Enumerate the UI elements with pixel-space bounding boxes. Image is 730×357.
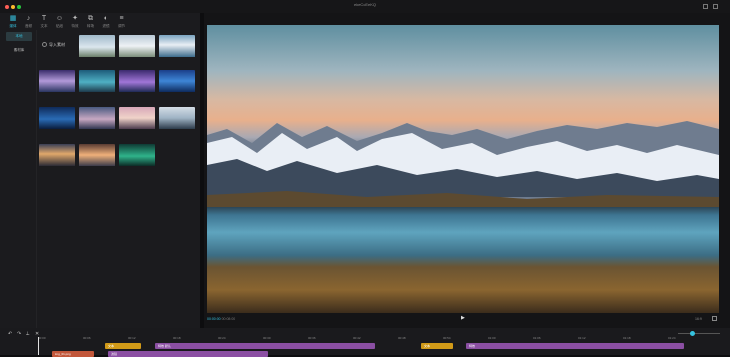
ruler-tick: 00:48 [398,336,406,340]
ruler-tick: 00:24 [218,336,226,340]
thumbnail-image [159,70,195,92]
ruler-tick: 00:42 [353,336,361,340]
ruler-tick: 00:30 [263,336,271,340]
layout-icon[interactable] [703,4,708,9]
toolbar-effects[interactable]: ✦ 特效 [68,15,82,30]
current-time: 00:00:00 [207,317,221,321]
thumbnail-image [79,107,115,129]
thumbnail-image [39,107,75,129]
thumbnail-image [119,107,155,129]
thumbnail-image [119,70,155,92]
timeline-ruler: 00:00 00:06 00:12 00:18 00:24 00:30 00:36 00:42… [38,336,730,341]
ruler-tick: 00:18 [173,336,181,340]
toolbar-sticker[interactable]: ☺ 贴纸 [53,15,67,30]
toolbar-text[interactable]: T 文本 [37,15,51,30]
aspect-ratio[interactable]: 16:9 [695,317,702,321]
thumbnail-image [39,144,75,166]
timeline-clip[interactable]: 文本 [421,343,453,349]
media-thumbnail[interactable]: img_05.png [79,70,115,94]
timeline-clip[interactable]: img_01.png [52,351,94,357]
fullscreen-icon[interactable] [712,316,717,321]
import-label: 导入素材 [49,42,65,47]
timeline-clip[interactable]: 文本 [105,343,141,349]
toolbar-adjust[interactable]: ≡ 调节 [115,15,129,30]
panel-divider [36,30,37,328]
timecode: 00:00:00 00:08:00 [207,317,235,321]
adjust-icon: ≡ [119,15,124,22]
toolbar-transition[interactable]: ⧉ 转场 [84,15,98,30]
timeline-clip[interactable]: 特效 [466,343,684,349]
media-thumbnail[interactable]: img_09.png [79,107,115,131]
export-icon[interactable] [713,4,718,9]
timeline-clip[interactable]: 滤镜 [108,351,268,357]
ruler-tick: 01:24 [668,336,676,340]
thumbnail-image [39,70,75,92]
ruler-tick: 00:36 [308,336,316,340]
sticker-icon: ☺ [55,15,64,22]
import-button[interactable]: 导入素材 [42,39,74,51]
thumbnail-image [79,144,115,166]
preview-image [207,25,719,313]
toolbar-label: 调节 [118,24,125,28]
thumbnail-image [159,35,195,57]
thumbnail-image [159,107,195,129]
thumbnail-image [119,35,155,57]
toolbar-audio[interactable]: ♪ 音频 [22,15,36,30]
ruler-tick: 01:06 [533,336,541,340]
media-thumbnail[interactable]: img_04.png [39,70,75,94]
toolbar-label: 贴纸 [56,24,63,28]
toolbar-filter[interactable]: ◐ 滤镜 [99,15,113,30]
audio-icon: ♪ [26,15,31,22]
media-panel [0,13,200,328]
thumbnail-image [119,144,155,166]
ruler-tick: 01:00 [488,336,496,340]
toolbar-label: 音频 [25,24,32,28]
play-icon[interactable]: ▶ [461,316,466,321]
transition-icon: ⧉ [88,15,93,22]
mountain-landscape [207,121,719,207]
media-thumbnail[interactable]: img_06.png [119,70,155,94]
toolbar-label: 媒体 [9,24,17,28]
media-icon: ▦ [9,15,17,22]
ruler-tick: 01:12 [578,336,586,340]
side-category[interactable]: 本地 [6,32,32,41]
side-category[interactable]: 素材库 [6,46,32,55]
effects-icon: ✦ [72,15,78,22]
media-thumbnail[interactable]: img_13.png [79,144,115,168]
media-thumbnail[interactable]: img_08.png [39,107,75,131]
media-thumbnail[interactable]: img_12.png [39,144,75,168]
ruler-tick: 00:54 [443,336,451,340]
plus-icon [42,42,47,47]
filter-icon: ◐ [103,15,109,22]
thumbnail-image [79,35,115,57]
toolbar-label: 文本 [40,24,48,28]
zoom-track [678,333,720,334]
media-thumbnail[interactable]: img_14.png [119,144,155,168]
total-time: 00:08:00 [221,317,236,321]
window-title: ekeCcEeKQ [353,2,376,7]
media-thumbnail[interactable]: img_03.png [159,35,195,59]
media-thumbnail[interactable]: img_02.png [119,35,155,59]
undo-icon[interactable]: ↶ [8,331,14,337]
toolbar-label: 滤镜 [102,24,110,28]
ruler-tick: 00:06 [83,336,91,340]
media-thumbnail[interactable]: img_11.png [159,107,195,131]
ruler-tick: 01:18 [623,336,631,340]
toolbar-media[interactable]: ▦ 媒体 [6,15,20,30]
thumbnail-image [79,70,115,92]
ruler-tick: 00:12 [128,336,136,340]
text-icon: T [41,15,47,22]
redo-icon[interactable]: ↷ [17,331,23,337]
player-bar: 00:00:00 00:08:00 ▶ 16:9 [207,316,719,325]
split-icon[interactable]: ⟂ [26,331,32,337]
media-thumbnail[interactable]: img_07.png [159,70,195,94]
ruler-tick: 00:00 [38,336,46,340]
playhead[interactable] [38,337,39,355]
toolbar-label: 转场 [87,24,94,28]
media-thumbnail[interactable]: img_10.png [119,107,155,131]
media-thumbnail[interactable]: img_01.png [79,35,115,59]
toolbar-label: 特效 [71,24,79,28]
timeline-clip[interactable]: 特效 默认 [155,343,375,349]
